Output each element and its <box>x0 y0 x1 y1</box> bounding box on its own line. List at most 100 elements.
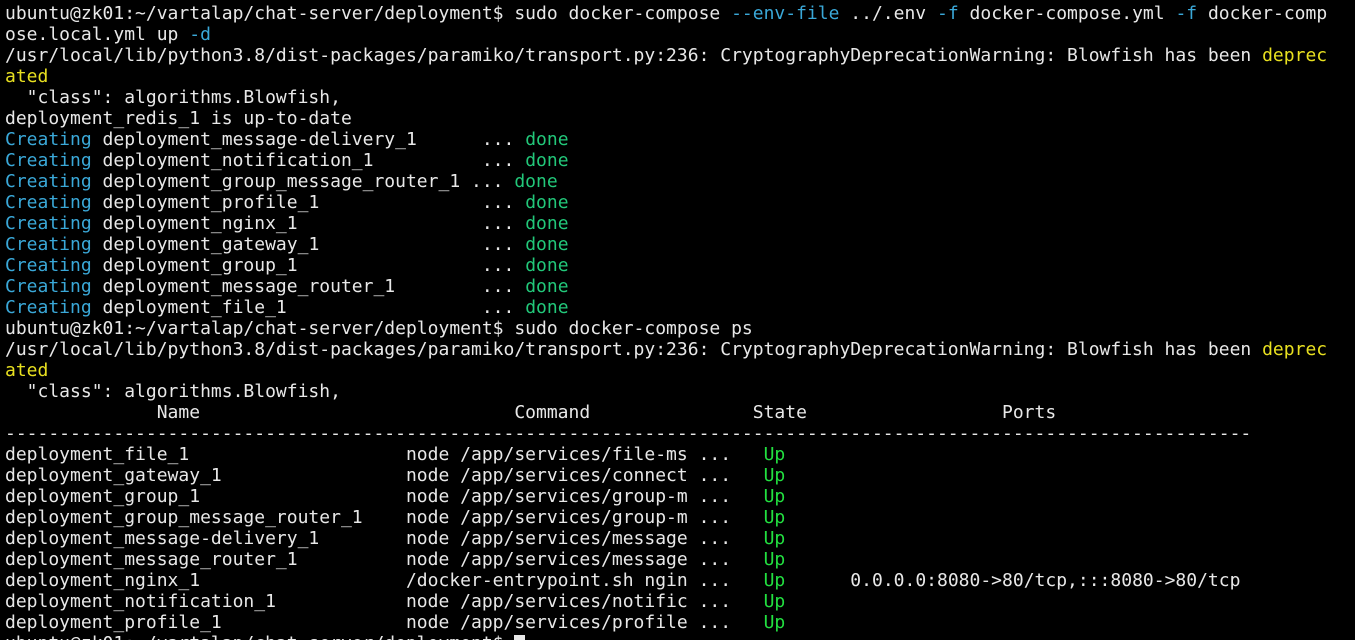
terminal-text-segment: done <box>525 129 569 150</box>
terminal-text-segment: Creating <box>5 234 92 255</box>
terminal-text-segment: deployment_file_1 node /app/services/fil… <box>5 444 764 465</box>
terminal-text-segment: Creating <box>5 171 92 192</box>
terminal-text-segment: done <box>525 213 569 234</box>
terminal-line: Creating deployment_message_router_1 ...… <box>5 276 1355 297</box>
terminal-text-segment: deployment_message-delivery_1 node /app/… <box>5 528 764 549</box>
terminal-text-segment: deployment_gateway_1 node /app/services/… <box>5 465 764 486</box>
terminal-line: deployment_notification_1 node /app/serv… <box>5 591 1355 612</box>
terminal-line: Creating deployment_nginx_1 ... done <box>5 213 1355 234</box>
terminal-text-segment: deployment_nginx_1 /docker-entrypoint.sh… <box>5 570 764 591</box>
terminal-text-segment: done <box>525 297 569 318</box>
terminal-text-segment: deployment_message_router_1 node /app/se… <box>5 549 764 570</box>
terminal-text-segment: done <box>525 150 569 171</box>
terminal-line: ubuntu@zk01:~/vartalap/chat-server/deplo… <box>5 318 1355 339</box>
terminal-text-segment: "class": algorithms.Blowfish, <box>5 87 341 108</box>
terminal-text-segment: deployment_message_router_1 ... <box>91 276 526 297</box>
terminal-line: deployment_group_1 node /app/services/gr… <box>5 486 1355 507</box>
terminal-line: "class": algorithms.Blowfish, <box>5 87 1355 108</box>
terminal-text-segment: Creating <box>5 213 92 234</box>
terminal-text-segment: done <box>525 234 569 255</box>
terminal-text-segment: Creating <box>5 255 92 276</box>
terminal-line: deployment_profile_1 node /app/services/… <box>5 612 1355 633</box>
terminal-text-segment: "class": algorithms.Blowfish, <box>5 381 341 402</box>
terminal-output: ubuntu@zk01:~/vartalap/chat-server/deplo… <box>5 3 1355 640</box>
terminal-text-segment: Creating <box>5 276 92 297</box>
terminal-text-segment: deprec <box>1262 45 1328 66</box>
terminal-text-segment: ../.env <box>839 3 937 24</box>
terminal-text-segment: Up <box>763 591 786 612</box>
terminal-line: ubuntu@zk01:~/vartalap/chat-server/deplo… <box>5 633 1355 640</box>
terminal-text-segment: ----------------------------------------… <box>5 423 1252 444</box>
terminal-line: /usr/local/lib/python3.8/dist-packages/p… <box>5 45 1355 66</box>
terminal-line: ated <box>5 66 1355 87</box>
terminal-text-segment: Creating <box>5 150 92 171</box>
terminal-text-segment: deployment_redis_1 is up-to-date <box>5 108 352 129</box>
terminal-text-segment: done <box>525 192 569 213</box>
terminal-text-segment: ose.local.yml up <box>5 24 190 45</box>
terminal-text-segment: done <box>525 276 569 297</box>
terminal-line: Creating deployment_notification_1 ... d… <box>5 150 1355 171</box>
terminal-line: deployment_message-delivery_1 node /app/… <box>5 528 1355 549</box>
terminal-text-segment: deployment_profile_1 node /app/services/… <box>5 612 764 633</box>
terminal-text-segment: deployment_group_message_router_1 ... <box>91 171 515 192</box>
terminal-text-segment: Up <box>763 612 786 633</box>
terminal-line: Creating deployment_profile_1 ... done <box>5 192 1355 213</box>
terminal-line: "class": algorithms.Blowfish, <box>5 381 1355 402</box>
terminal-text-segment: Up <box>763 486 786 507</box>
terminal-line: deployment_group_message_router_1 node /… <box>5 507 1355 528</box>
terminal-line: deployment_gateway_1 node /app/services/… <box>5 465 1355 486</box>
terminal-text-segment: deployment_profile_1 ... <box>91 192 526 213</box>
terminal-line: deployment_nginx_1 /docker-entrypoint.sh… <box>5 570 1355 591</box>
terminal-line: Name Command State Ports <box>5 402 1355 423</box>
terminal-line: Creating deployment_file_1 ... done <box>5 297 1355 318</box>
terminal-text-segment: done <box>525 255 569 276</box>
terminal-text-segment: /usr/local/lib/python3.8/dist-packages/p… <box>5 339 1263 360</box>
terminal-text-segment: --env-file <box>731 3 840 24</box>
terminal-cursor <box>514 635 526 640</box>
terminal-text-segment: Creating <box>5 129 92 150</box>
terminal-line: ubuntu@zk01:~/vartalap/chat-server/deplo… <box>5 3 1355 24</box>
terminal-text-segment: Creating <box>5 192 92 213</box>
terminal-line: Creating deployment_gateway_1 ... done <box>5 234 1355 255</box>
terminal-text-segment: -f <box>1175 3 1198 24</box>
terminal-text-segment: -d <box>189 24 211 45</box>
terminal-text-segment: deployment_nginx_1 ... <box>91 213 526 234</box>
terminal-line: Creating deployment_message-delivery_1 .… <box>5 129 1355 150</box>
terminal-text-segment: 0.0.0.0:8080->80/tcp,:::8080->80/tcp <box>785 570 1241 591</box>
terminal-text-segment: ated <box>5 66 49 87</box>
terminal-text-segment: Name Command State Ports <box>5 402 1057 423</box>
terminal-text-segment: ubuntu@zk01:~/vartalap/chat-server/deplo… <box>5 318 753 339</box>
terminal-text-segment: deployment_message-delivery_1 ... <box>91 129 526 150</box>
terminal-text-segment: ubuntu@zk01:~/vartalap/chat-server/deplo… <box>5 633 514 640</box>
terminal-text-segment: deployment_gateway_1 ... <box>91 234 526 255</box>
terminal-line: /usr/local/lib/python3.8/dist-packages/p… <box>5 339 1355 360</box>
terminal-line: ated <box>5 360 1355 381</box>
terminal-line: deployment_file_1 node /app/services/fil… <box>5 444 1355 465</box>
terminal-text-segment: ated <box>5 360 49 381</box>
terminal-text-segment: Up <box>763 528 786 549</box>
terminal-text-segment: done <box>514 171 558 192</box>
terminal-text-segment: -f <box>937 3 959 24</box>
terminal-text-segment: Up <box>763 549 786 570</box>
terminal-text-segment: deployment_notification_1 node /app/serv… <box>5 591 764 612</box>
terminal-text-segment: Up <box>763 444 786 465</box>
terminal-line: deployment_redis_1 is up-to-date <box>5 108 1355 129</box>
terminal-text-segment: deprec <box>1262 339 1328 360</box>
terminal-line: Creating deployment_group_message_router… <box>5 171 1355 192</box>
terminal-text-segment: Up <box>763 465 786 486</box>
terminal-text-segment: docker-comp <box>1197 3 1328 24</box>
terminal-text-segment: /usr/local/lib/python3.8/dist-packages/p… <box>5 45 1263 66</box>
terminal-text-segment: docker-compose.yml <box>958 3 1176 24</box>
terminal-text-segment: deployment_group_1 ... <box>91 255 526 276</box>
terminal-text-segment: ubuntu@zk01:~/vartalap/chat-server/deplo… <box>5 3 732 24</box>
terminal-line: Creating deployment_group_1 ... done <box>5 255 1355 276</box>
terminal-line: ose.local.yml up -d <box>5 24 1355 45</box>
terminal-text-segment: Up <box>763 507 786 528</box>
terminal-line: ----------------------------------------… <box>5 423 1355 444</box>
terminal-window[interactable]: ubuntu@zk01:~/vartalap/chat-server/deplo… <box>0 0 1355 640</box>
terminal-text-segment: deployment_group_1 node /app/services/gr… <box>5 486 764 507</box>
terminal-text-segment: deployment_group_message_router_1 node /… <box>5 507 764 528</box>
terminal-text-segment: Creating <box>5 297 92 318</box>
terminal-line: deployment_message_router_1 node /app/se… <box>5 549 1355 570</box>
terminal-text-segment: deployment_file_1 ... <box>91 297 526 318</box>
